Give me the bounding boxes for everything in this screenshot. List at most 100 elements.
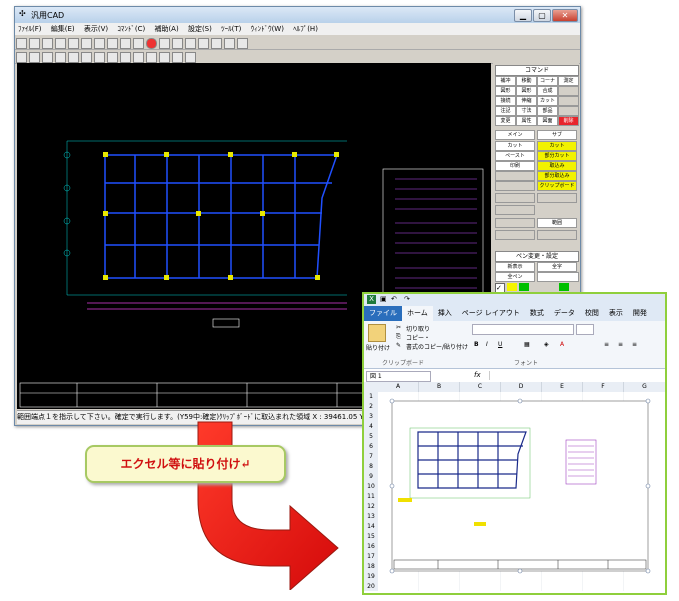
quick-redo-icon[interactable]: ↷ — [404, 295, 410, 303]
format-painter-icon[interactable]: ✎ — [396, 342, 401, 349]
tab-formulas[interactable]: 数式 — [525, 306, 549, 321]
pen-icon[interactable] — [159, 52, 170, 63]
pen-new-display[interactable]: 新表示 — [495, 262, 535, 272]
col-header[interactable]: B — [419, 382, 460, 392]
cmd-1-2[interactable]: 移動 — [516, 76, 537, 86]
box-icon[interactable] — [94, 52, 105, 63]
zoom-out-icon[interactable] — [237, 38, 248, 49]
menu-file[interactable]: ﾌｧｲﾙ(F) — [18, 24, 42, 34]
col-header[interactable]: F — [583, 382, 624, 392]
col-header[interactable]: D — [501, 382, 542, 392]
tab-file[interactable]: ファイル — [364, 306, 402, 321]
pencil-icon[interactable] — [159, 38, 170, 49]
format-painter-label[interactable]: 書式のコピー/貼り付け — [406, 342, 468, 351]
arc-icon[interactable] — [55, 52, 66, 63]
move-icon[interactable] — [29, 52, 40, 63]
sub-range-button[interactable]: 範囲 — [537, 218, 577, 228]
cmd-2-3[interactable]: 合成 — [537, 86, 558, 96]
align-right-icon[interactable]: ≡ — [632, 341, 637, 348]
sub-cut-button[interactable]: カット — [537, 141, 577, 151]
select-all-corner[interactable] — [364, 382, 379, 392]
quick-save-icon[interactable]: ▣ — [380, 295, 387, 303]
col-header[interactable]: C — [460, 382, 501, 392]
trim-icon[interactable] — [172, 52, 183, 63]
cmd-4-4[interactable] — [558, 106, 579, 116]
fill-color-icon[interactable]: ◈ — [544, 341, 549, 348]
name-box[interactable]: 図 1 — [366, 371, 431, 382]
sub-empty-2[interactable] — [537, 230, 577, 240]
paste-icon[interactable] — [368, 324, 386, 342]
tab-insert[interactable]: 挿入 — [433, 306, 457, 321]
new-file-icon[interactable] — [16, 38, 27, 49]
sub-empty-1[interactable] — [537, 193, 577, 203]
tab-page-layout[interactable]: ページ レイアウト — [457, 306, 525, 321]
pen-all-pens[interactable]: 全ペン — [495, 272, 535, 282]
cmd-1-4[interactable]: 測定 — [558, 76, 579, 86]
pen-all-char[interactable]: 全字 — [537, 262, 577, 272]
pasted-drawing-image[interactable] — [378, 392, 665, 591]
cmd-3-2[interactable]: 伸縮 — [516, 96, 537, 106]
stop-icon[interactable] — [146, 38, 157, 49]
sub-partial-cut-button[interactable]: 部分カット — [537, 151, 577, 161]
menu-settings[interactable]: 設定(S) — [188, 24, 212, 34]
main-empty-2[interactable] — [495, 181, 535, 191]
monitor-icon[interactable] — [146, 52, 157, 63]
menu-view[interactable]: 表示(V) — [84, 24, 108, 34]
measure-icon[interactable] — [120, 52, 131, 63]
tab-data[interactable]: データ — [549, 306, 580, 321]
settings-icon[interactable] — [185, 52, 196, 63]
rect-icon[interactable] — [172, 38, 183, 49]
row-header[interactable]: 20 — [364, 582, 378, 591]
col-header[interactable]: G — [624, 382, 665, 392]
pan-icon[interactable] — [133, 52, 144, 63]
redo-icon[interactable] — [133, 38, 144, 49]
line-icon[interactable] — [42, 52, 53, 63]
underline-icon[interactable]: U — [498, 341, 502, 348]
table-icon[interactable] — [107, 38, 118, 49]
frame-icon[interactable] — [185, 38, 196, 49]
maximize-button[interactable]: ▢ — [533, 9, 551, 22]
dimension-icon[interactable] — [81, 52, 92, 63]
bold-icon[interactable]: B — [474, 341, 479, 348]
copy-icon[interactable]: ⎘ — [396, 333, 401, 341]
cmd-5-1[interactable]: 変更 — [495, 116, 516, 126]
main-empty-1[interactable] — [495, 171, 535, 181]
main-cut-button[interactable]: カット — [495, 141, 535, 151]
menu-window[interactable]: ｳｨﾝﾄﾞｳ(W) — [251, 24, 284, 34]
quick-undo-icon[interactable]: ↶ — [391, 295, 397, 303]
window-icon[interactable] — [198, 38, 209, 49]
tab-developer[interactable]: 開発 — [628, 306, 652, 321]
menu-tools[interactable]: ﾂｰﾙ(T) — [221, 24, 241, 34]
select-icon[interactable] — [16, 52, 27, 63]
cmd-3-4[interactable] — [558, 96, 579, 106]
tab-home[interactable]: ホーム — [402, 306, 433, 321]
menu-command[interactable]: ｺﾏﾝﾄﾞ(C) — [117, 24, 145, 34]
border-icon[interactable]: ▦ — [524, 341, 530, 348]
text-icon[interactable] — [68, 52, 79, 63]
cmd-5-3[interactable]: 図面 — [537, 116, 558, 126]
col-header[interactable]: E — [542, 382, 583, 392]
cmd-4-2[interactable]: 寸法 — [516, 106, 537, 116]
main-empty-5[interactable] — [495, 218, 535, 228]
copy-label[interactable]: コピー・ — [406, 333, 430, 342]
paste-label[interactable]: 貼り付け — [366, 343, 390, 352]
italic-icon[interactable]: I — [486, 341, 488, 348]
cmd-4-1[interactable]: 注記 — [495, 106, 516, 116]
cmd-5-2[interactable]: 属性 — [516, 116, 537, 126]
zoom-in-icon[interactable] — [224, 38, 235, 49]
main-paste-button[interactable]: ペースト — [495, 151, 535, 161]
delete-button[interactable]: 削除 — [558, 116, 579, 126]
tab-review[interactable]: 校閲 — [580, 306, 604, 321]
sub-partial-import-button[interactable]: 部分取込み — [537, 171, 577, 181]
font-color-icon[interactable]: A — [560, 341, 564, 348]
formula-input[interactable] — [489, 371, 662, 380]
layer-icon[interactable] — [81, 38, 92, 49]
pen-color-green[interactable] — [519, 283, 529, 291]
font-size-select[interactable] — [576, 324, 594, 335]
cmd-1-3[interactable]: コーナー — [537, 76, 558, 86]
save-icon[interactable] — [42, 38, 53, 49]
menu-assist[interactable]: 補助(A) — [154, 24, 178, 34]
align-left-icon[interactable]: ≡ — [604, 341, 609, 348]
main-empty-4[interactable] — [495, 205, 535, 215]
open-file-icon[interactable] — [29, 38, 40, 49]
